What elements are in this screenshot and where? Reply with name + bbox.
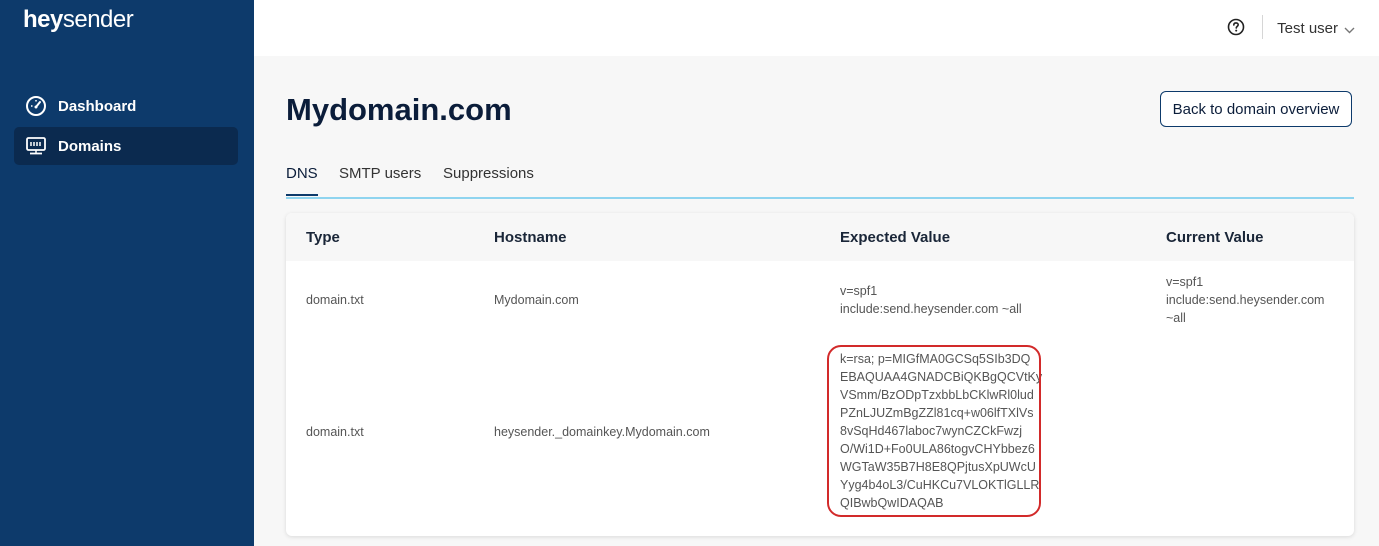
back-to-domain-overview-button[interactable]: Back to domain overview xyxy=(1160,91,1352,127)
column-header-current-value: Current Value xyxy=(1166,229,1264,246)
sidebar-item-dashboard[interactable]: Dashboard xyxy=(14,87,238,125)
question-circle-icon[interactable] xyxy=(1227,18,1245,36)
topbar: Test user xyxy=(254,0,1379,56)
chevron-down-icon xyxy=(1344,21,1355,38)
cell-hostname: heysender._domainkey.Mydomain.com xyxy=(494,425,710,439)
value-line: include:send.heysender.com xyxy=(1166,293,1325,307)
sidebar-item-label: Dashboard xyxy=(58,97,137,115)
user-menu[interactable]: Test user xyxy=(1277,19,1355,38)
cell-hostname: Mydomain.com xyxy=(494,293,579,307)
tab-suppressions[interactable]: Suppressions xyxy=(443,165,534,194)
heysender-logo[interactable]: heysender xyxy=(23,6,134,34)
column-header-expected-value: Expected Value xyxy=(840,229,951,246)
cell-expected-value[interactable]: v=spf1 include:send.heysender.com ~all xyxy=(840,282,1050,318)
logo-bold-text: hey xyxy=(23,6,63,33)
tab-bar: DNS SMTP users Suppressions xyxy=(286,163,1354,199)
tab-smtp-users[interactable]: SMTP users xyxy=(339,165,421,194)
topbar-divider xyxy=(1262,15,1263,39)
sidebar-item-label: Domains xyxy=(58,137,122,155)
dashboard-gauge-icon xyxy=(25,95,47,117)
page-title: Mydomain.com xyxy=(286,92,512,127)
cell-current-value[interactable]: v=spf1 include:send.heysender.com ~all xyxy=(1166,273,1341,327)
sidebar-item-domains[interactable]: Domains xyxy=(14,127,238,165)
table-header: Type Hostname Expected Value Current Val… xyxy=(286,213,1354,261)
cell-type: domain.txt xyxy=(306,293,364,307)
cell-type: domain.txt xyxy=(306,425,364,439)
dkim-value-highlight xyxy=(827,345,1041,517)
sidebar: heysender Dashboard Domains xyxy=(0,0,254,546)
value-line: ~all xyxy=(1166,311,1186,325)
domains-server-icon xyxy=(25,135,47,157)
tab-dns[interactable]: DNS xyxy=(286,165,318,196)
value-line: include:send.heysender.com ~all xyxy=(840,302,1022,316)
value-line: v=spf1 xyxy=(840,284,878,298)
user-name: Test user xyxy=(1277,20,1338,37)
dns-records-table: Type Hostname Expected Value Current Val… xyxy=(286,213,1354,536)
column-header-hostname: Hostname xyxy=(494,229,567,246)
logo-light-text: sender xyxy=(62,6,134,33)
column-header-type: Type xyxy=(306,229,340,246)
value-line: v=spf1 xyxy=(1166,275,1204,289)
